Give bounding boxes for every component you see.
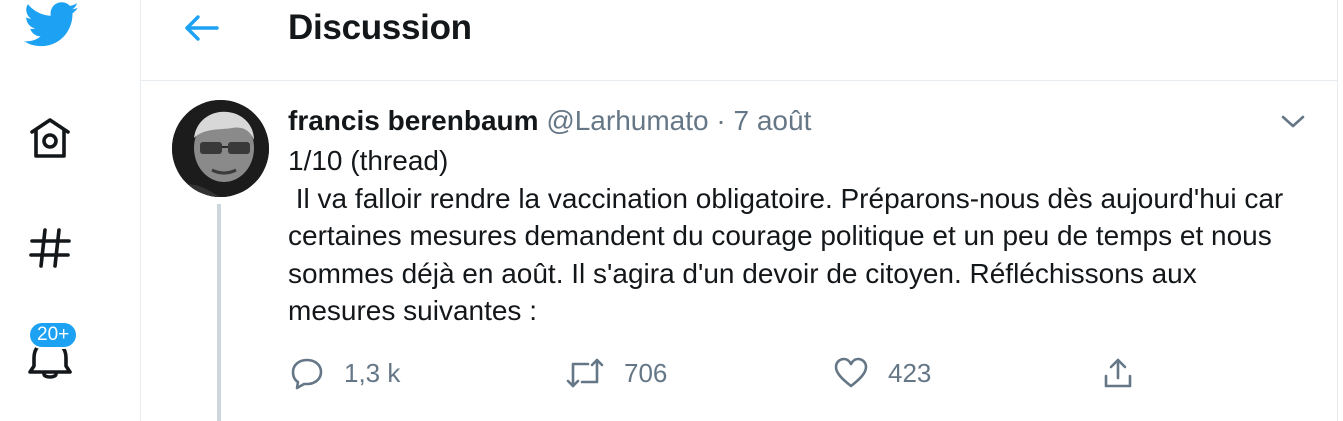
- retweet-button[interactable]: 706: [566, 355, 667, 391]
- heart-icon: [834, 357, 868, 389]
- share-icon: [1102, 356, 1134, 390]
- back-button[interactable]: [184, 12, 220, 44]
- reply-count: 1,3 k: [344, 357, 401, 388]
- reply-button[interactable]: 1,3 k: [290, 355, 400, 391]
- page-title: Discussion: [288, 8, 472, 47]
- tweet-date[interactable]: 7 août: [734, 105, 812, 136]
- like-button[interactable]: 423: [834, 355, 931, 391]
- author-handle[interactable]: @Larhumato: [546, 105, 708, 136]
- like-count: 423: [888, 357, 932, 388]
- tweet-more-button[interactable]: [1280, 110, 1306, 132]
- tweet-text: 1/10 (thread) Il va falloir rendre la va…: [288, 145, 1284, 326]
- arrow-left-icon: [184, 12, 220, 44]
- share-button[interactable]: [1102, 355, 1134, 391]
- retweet-icon: [566, 356, 604, 390]
- twitter-logo-icon[interactable]: [24, 2, 80, 48]
- author-name[interactable]: francis berenbaum: [288, 105, 539, 136]
- retweet-count: 706: [624, 357, 668, 388]
- reply-icon: [290, 356, 324, 390]
- avatar[interactable]: [172, 100, 269, 197]
- header-divider: [141, 80, 1337, 81]
- home-icon[interactable]: [26, 114, 74, 162]
- meta-separator: ·: [708, 105, 734, 136]
- chevron-down-icon: [1280, 110, 1306, 132]
- thread-connector-line: [217, 204, 221, 421]
- tweet-header: francis berenbaum @Larhumato · 7 août: [288, 102, 811, 140]
- column-border: [1337, 0, 1338, 421]
- column-border: [140, 0, 141, 421]
- notification-count-badge: 20+: [28, 321, 79, 349]
- explore-hashtag-icon[interactable]: [28, 226, 72, 270]
